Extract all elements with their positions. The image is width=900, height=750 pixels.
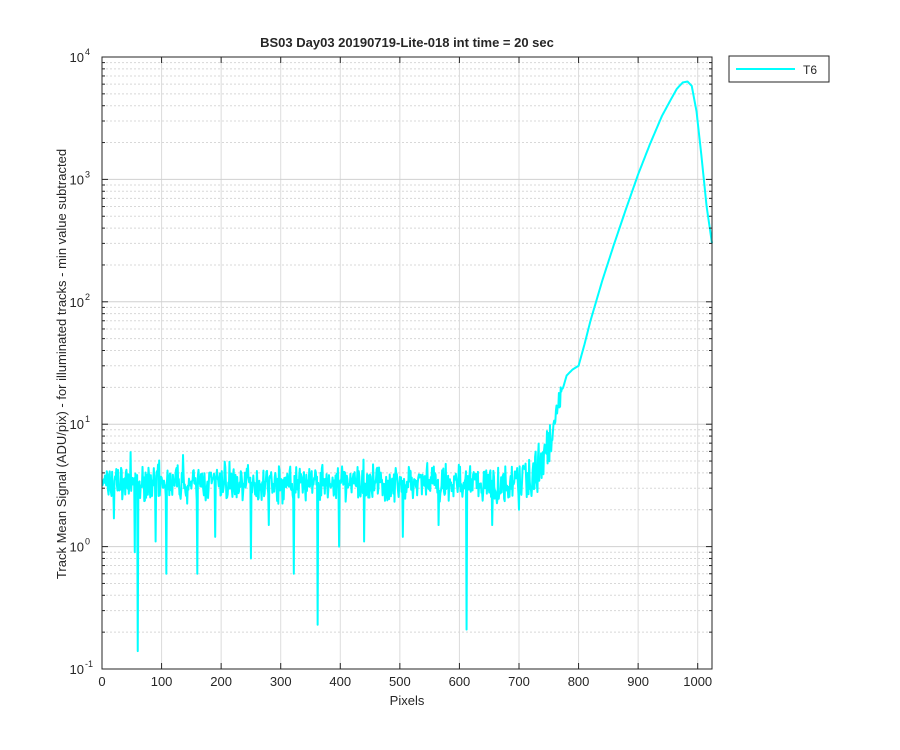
legend-label: T6 — [803, 63, 817, 77]
y-tick-label-exponent: 3 — [85, 169, 90, 179]
y-tick-label-exponent: -1 — [85, 659, 93, 669]
y-tick-label-base: 10 — [70, 172, 84, 187]
y-tick-label-base: 10 — [70, 50, 84, 65]
y-tick-label-base: 10 — [70, 417, 84, 432]
chart: 0 100 200 300 400 500 600 700 800 900 1000 10 -110 0… — [0, 0, 900, 750]
x-tick-label: 500 — [389, 674, 411, 689]
x-tick-label: 400 — [329, 674, 351, 689]
x-tick-label: 700 — [508, 674, 530, 689]
legend[interactable]: T6 — [728, 55, 830, 83]
chart-title: BS03 Day03 20190719-Lite-018 int time = … — [260, 35, 554, 50]
x-tick-label: 100 — [151, 674, 173, 689]
x-tick-label: 600 — [449, 674, 471, 689]
x-tick-label: 1000 — [683, 674, 712, 689]
y-tick-label-base: 10 — [70, 540, 84, 555]
y-tick-label-exponent: 4 — [85, 47, 90, 57]
y-tick-label-exponent: 2 — [85, 292, 90, 302]
x-tick-label: 200 — [210, 674, 232, 689]
y-axis-label: Track Mean Signal (ADU/pix) - for illumi… — [54, 149, 69, 579]
x-tick-label: 800 — [568, 674, 590, 689]
y-tick-label-exponent: 0 — [85, 537, 90, 547]
y-tick-label-exponent: 1 — [85, 414, 90, 424]
y-tick-label-base: 10 — [70, 295, 84, 310]
x-tick-label: 900 — [627, 674, 649, 689]
x-tick-label: 300 — [270, 674, 292, 689]
x-axis-label: Pixels — [390, 693, 425, 708]
x-tick-label: 0 — [98, 674, 105, 689]
y-tick-label-base: 10 — [70, 662, 84, 677]
figure-background — [0, 0, 900, 750]
